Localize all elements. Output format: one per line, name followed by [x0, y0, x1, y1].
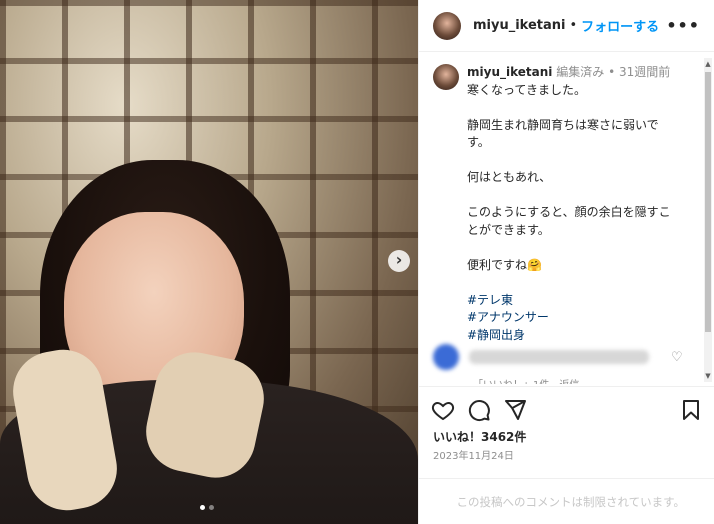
scroll-down-icon[interactable]: ▼ [704, 372, 712, 380]
caption-line [467, 274, 671, 292]
follow-button[interactable]: フォローする [581, 16, 659, 35]
share-icon[interactable] [503, 398, 527, 422]
carousel-dot-2 [209, 505, 214, 510]
caption: miyu_iketani 編集済み • 31週間前 寒くなってきました。 静岡生… [419, 52, 714, 344]
caption-scrollbar[interactable]: ▲ ▼ [704, 58, 712, 382]
hashtag-link[interactable]: #テレ東 [467, 292, 671, 310]
caption-line: このようにすると、顔の余白を隠すこ [467, 205, 671, 219]
caption-edited: 編集済み [556, 65, 605, 79]
heart-icon[interactable] [431, 398, 455, 422]
caption-line: 静岡生まれ静岡育ちは寒さに弱いで [467, 117, 659, 132]
comment-meta[interactable]: 「いいね！」1件 返信 [473, 376, 579, 384]
carousel-dot-1 [200, 505, 205, 510]
scroll-thumb[interactable] [705, 72, 711, 332]
carousel-indicator [200, 505, 214, 510]
bookmark-icon[interactable] [679, 398, 703, 422]
caption-line: 何はともあれ、 [467, 170, 552, 184]
post-photo[interactable]: › [0, 0, 418, 524]
comment-row [433, 342, 683, 372]
caption-time[interactable]: 31週間前 [619, 65, 670, 79]
caption-avatar[interactable] [433, 64, 459, 90]
caption-line: す。 [467, 135, 490, 149]
header-username[interactable]: miyu_iketani [473, 18, 566, 33]
action-bar [419, 386, 714, 432]
comment-text [469, 350, 649, 364]
hashtag-link[interactable]: #アナウンサー [467, 309, 671, 327]
like-count[interactable]: いいね！3462件 [433, 428, 526, 445]
caption-line [467, 239, 671, 257]
post-date[interactable]: 2023年11月24日 [433, 447, 514, 462]
comments-restricted-notice: この投稿へのコメントは制限されています。 [419, 478, 714, 524]
caption-body: miyu_iketani 編集済み • 31週間前 寒くなってきました。 静岡生… [467, 64, 671, 344]
carousel-next-button[interactable]: › [388, 250, 410, 272]
scroll-up-icon[interactable]: ▲ [704, 60, 712, 68]
post-detail-panel: miyu_iketani • フォローする ••• miyu_iketani 編… [418, 0, 714, 524]
caption-username[interactable]: miyu_iketani [467, 65, 552, 79]
avatar[interactable] [433, 11, 461, 40]
comment-like-icon[interactable]: ♡ [671, 350, 683, 365]
caption-separator: • [608, 65, 616, 79]
comment-avatar[interactable] [433, 344, 459, 370]
caption-line [467, 152, 671, 170]
caption-line: 寒くなってきました。 [467, 82, 587, 97]
comment-icon[interactable] [467, 398, 491, 422]
caption-area[interactable]: miyu_iketani 編集済み • 31週間前 寒くなってきました。 静岡生… [419, 52, 714, 384]
caption-line: 便利ですね🤗 [467, 257, 542, 272]
post-header: miyu_iketani • フォローする ••• [419, 0, 714, 52]
caption-line: とができます。 [467, 222, 550, 237]
header-separator: • [569, 18, 578, 33]
more-horizontal-icon[interactable]: ••• [666, 16, 700, 35]
caption-line [467, 187, 671, 205]
caption-line [467, 99, 671, 117]
